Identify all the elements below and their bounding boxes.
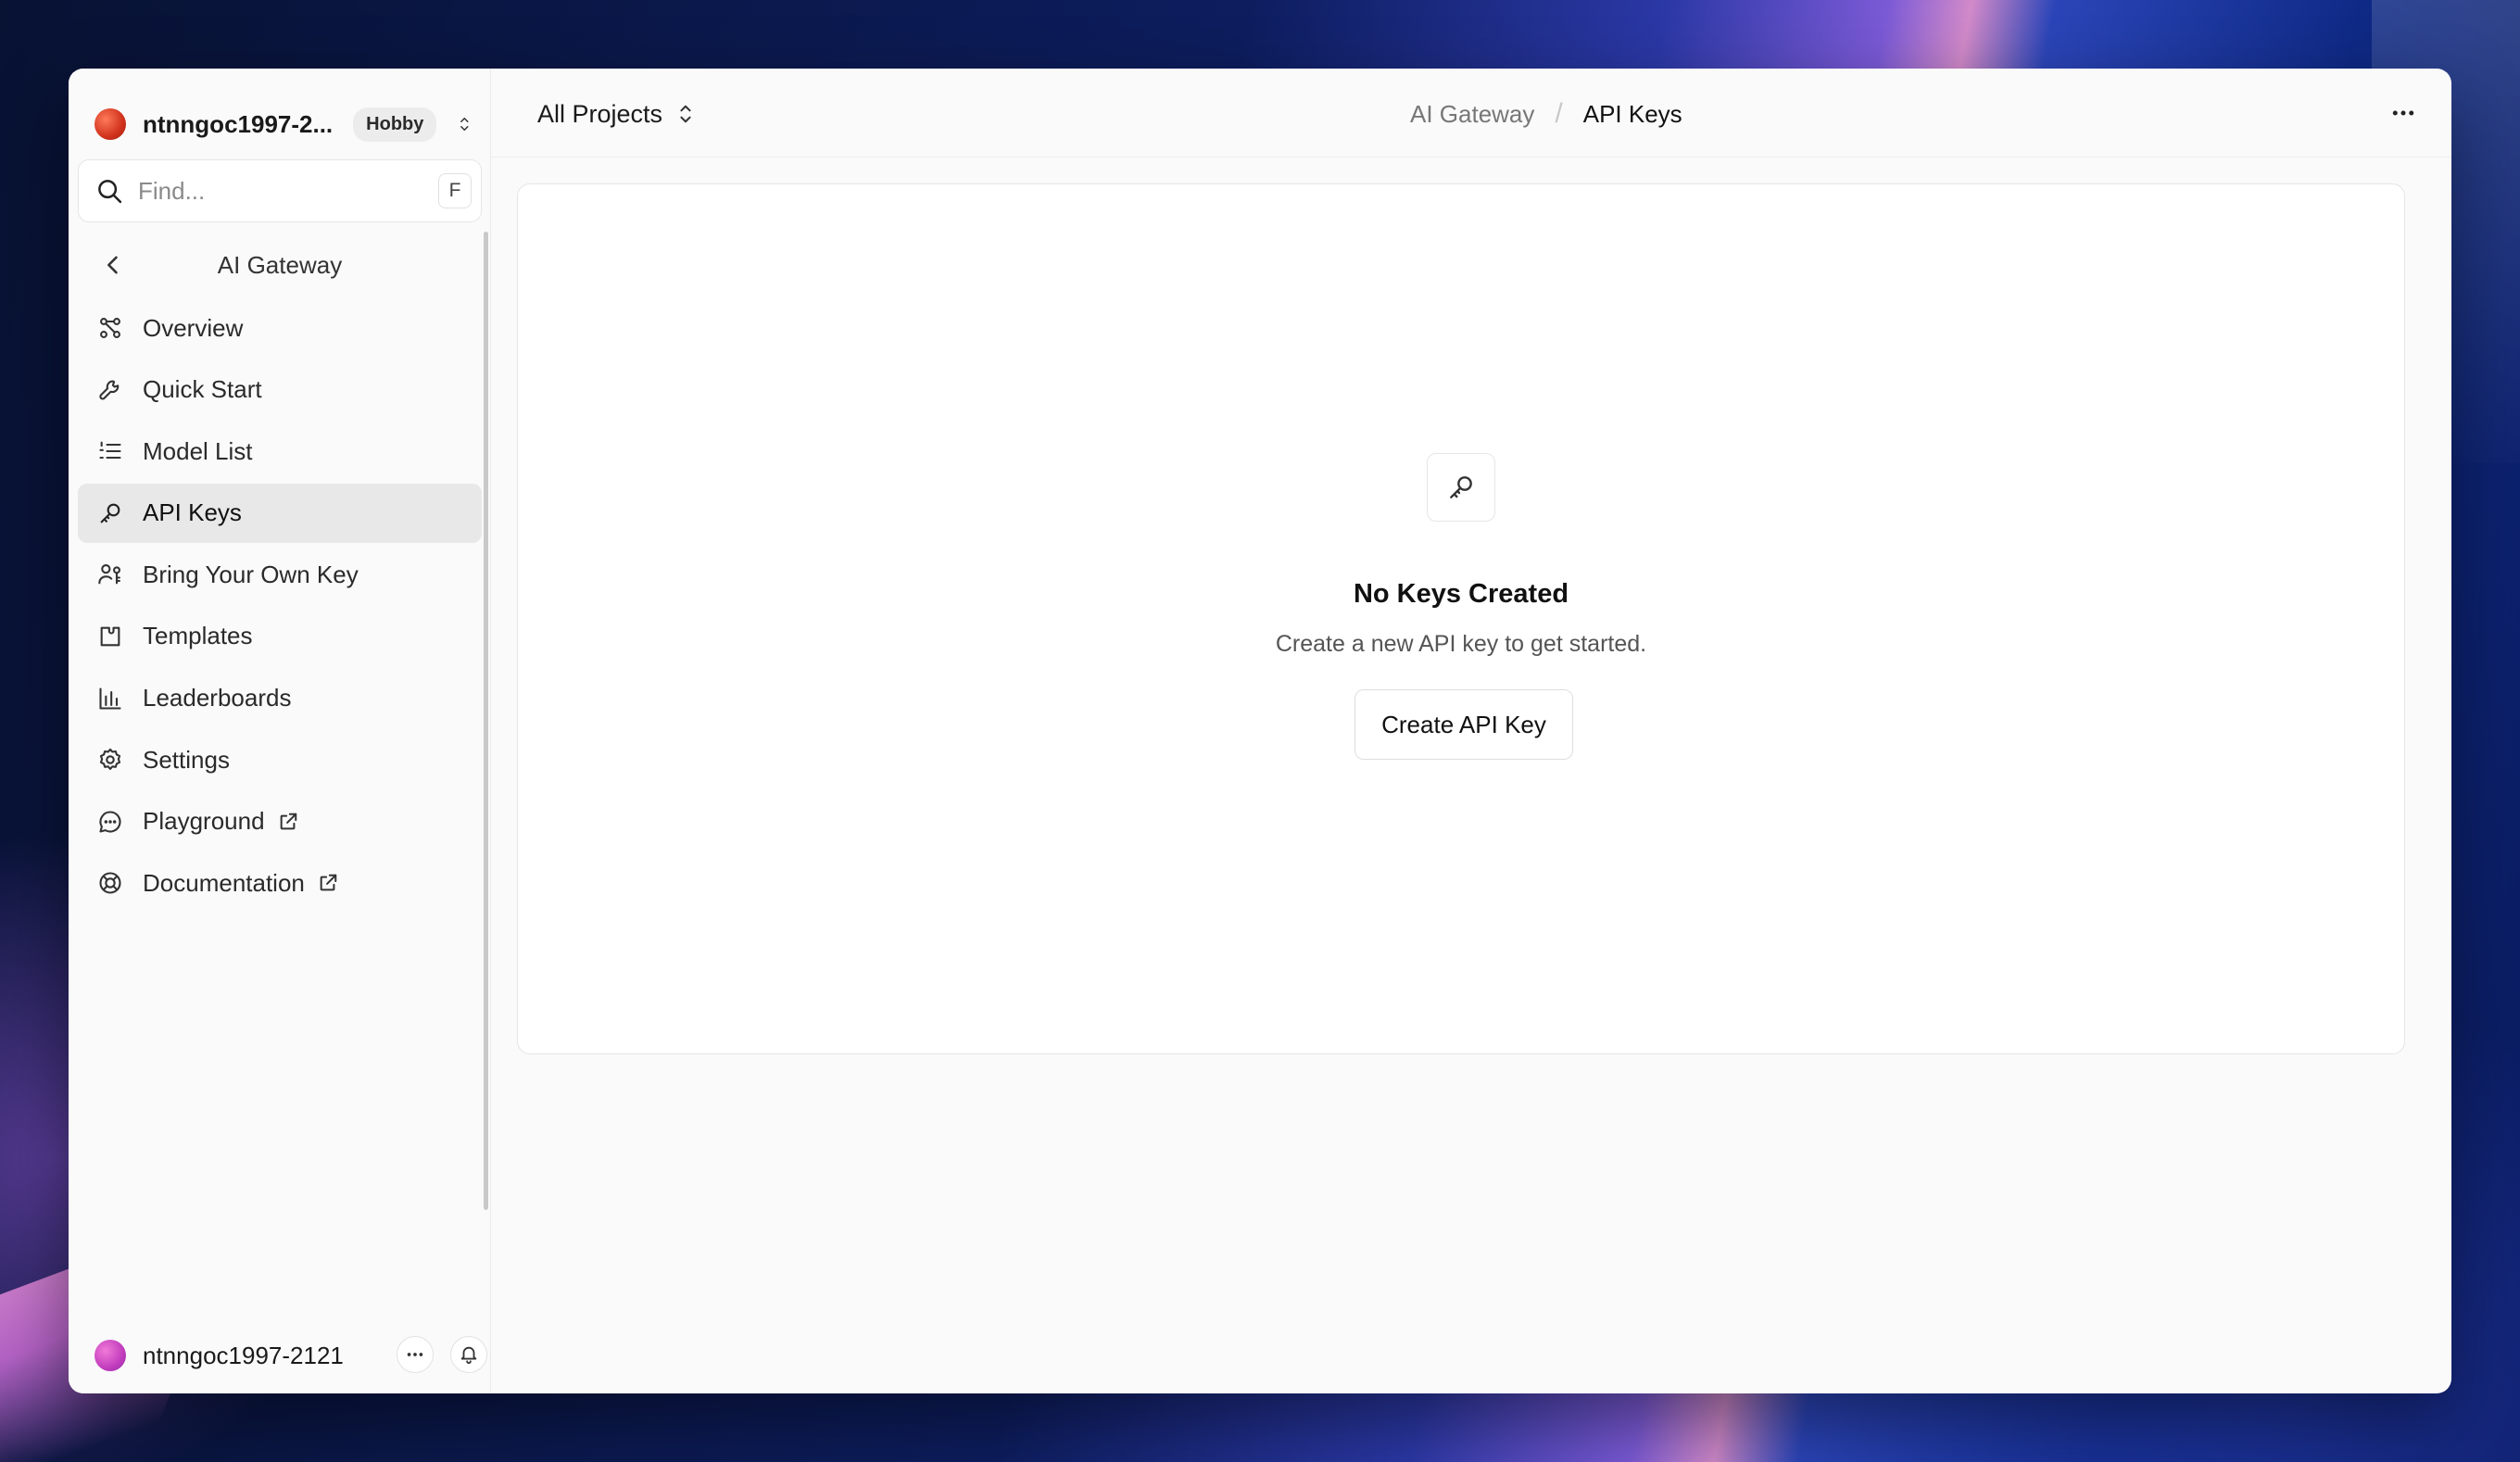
list-icon [96, 437, 124, 465]
main-content: All Projects AI Gateway / API Keys No Ke… [491, 69, 2451, 1393]
sidebar-item-api-keys[interactable]: API Keys [78, 483, 482, 543]
empty-state-title: No Keys Created [1353, 579, 1569, 609]
sidebar-item-label: Templates [143, 622, 253, 650]
chat-icon [96, 808, 124, 836]
user-key-icon [96, 561, 124, 588]
sidebar-item-quick-start[interactable]: Quick Start [78, 360, 482, 420]
gear-icon [96, 746, 124, 774]
sidebar-item-model-list[interactable]: Model List [78, 422, 482, 481]
team-avatar [94, 108, 126, 140]
top-bar: All Projects AI Gateway / API Keys [491, 69, 2451, 158]
team-switcher[interactable]: ntnngoc1997-2... Hobby [94, 87, 472, 161]
sidebar-item-documentation[interactable]: Documentation [78, 853, 482, 913]
back-to-section[interactable]: AI Gateway [78, 235, 482, 295]
empty-state-icon-box [1427, 453, 1495, 522]
lifebuoy-icon [96, 869, 124, 897]
more-horizontal-icon [407, 1353, 423, 1356]
search-input[interactable] [138, 176, 397, 206]
search-icon [98, 180, 122, 204]
key-icon [96, 499, 124, 527]
sidebar-item-label: Overview [143, 313, 244, 342]
sidebar-item-leaderboards[interactable]: Leaderboards [78, 669, 482, 728]
project-switcher[interactable]: All Projects [537, 93, 696, 135]
user-menu-button[interactable] [397, 1336, 434, 1373]
user-footer: ntnngoc1997-2121 [94, 1332, 487, 1379]
project-label: All Projects [537, 99, 663, 128]
user-avatar[interactable] [94, 1340, 126, 1371]
sidebar-scrollbar[interactable] [484, 232, 488, 1210]
section-title: AI Gateway [217, 250, 343, 279]
sidebar-nav: Overview Quick Start Model List API Keys… [78, 298, 482, 915]
search-box[interactable]: F [78, 159, 482, 222]
sidebar-item-label: Bring Your Own Key [143, 560, 359, 588]
sidebar-item-label: Leaderboards [143, 684, 292, 712]
more-options-button[interactable] [2381, 91, 2426, 135]
external-link-icon [320, 875, 337, 891]
sidebar-item-label: Model List [143, 436, 253, 465]
sidebar-item-overview[interactable]: Overview [78, 298, 482, 358]
external-link-icon [280, 813, 296, 830]
chevron-up-down-icon [680, 105, 691, 123]
sidebar-item-templates[interactable]: Templates [78, 607, 482, 666]
sidebar-item-label: Quick Start [143, 375, 262, 404]
plan-badge: Hobby [353, 107, 437, 142]
team-name: ntnngoc1997-2... [143, 109, 334, 138]
more-horizontal-icon [2392, 110, 2414, 116]
sidebar-item-byok[interactable]: Bring Your Own Key [78, 545, 482, 604]
app-window: ntnngoc1997-2... Hobby F AI Gateway [69, 69, 2451, 1393]
notifications-button[interactable] [450, 1336, 487, 1373]
sidebar-item-label: Playground [143, 807, 265, 836]
user-name[interactable]: ntnngoc1997-2121 [143, 1342, 344, 1370]
sidebar-item-settings[interactable]: Settings [78, 730, 482, 789]
wrench-icon [96, 376, 124, 404]
chevron-up-down-icon [460, 118, 469, 131]
templates-icon [96, 623, 124, 650]
sidebar-item-label: Settings [143, 745, 230, 774]
empty-state-description: Create a new API key to get started. [1275, 631, 1647, 657]
sidebar-item-label: API Keys [143, 498, 242, 527]
breadcrumb-parent[interactable]: AI Gateway [1410, 100, 1534, 129]
api-keys-card: No Keys Created Create a new API key to … [517, 183, 2405, 1054]
create-api-key-button[interactable]: Create API Key [1354, 689, 1573, 760]
bar-chart-icon [96, 685, 124, 712]
key-icon [1450, 476, 1472, 498]
sidebar-item-playground[interactable]: Playground [78, 792, 482, 851]
bell-icon [460, 1346, 477, 1365]
search-shortcut-key: F [438, 173, 472, 208]
breadcrumb-separator: / [1555, 98, 1563, 129]
breadcrumb-current: API Keys [1582, 99, 1682, 128]
breadcrumb: AI Gateway / API Keys [1410, 95, 1682, 133]
sidebar-item-label: Documentation [143, 868, 305, 897]
sidebar: ntnngoc1997-2... Hobby F AI Gateway [69, 69, 491, 1393]
overview-icon [96, 314, 124, 342]
chevron-left-icon [107, 256, 118, 274]
